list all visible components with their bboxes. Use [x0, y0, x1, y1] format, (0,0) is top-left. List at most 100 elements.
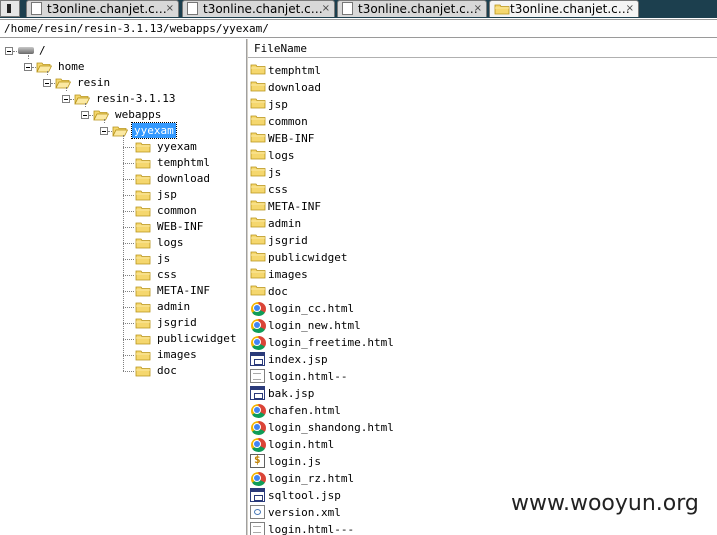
file-row[interactable]: chafen.html — [248, 402, 717, 419]
folder-icon — [135, 269, 151, 284]
tab-scroll-button[interactable] — [0, 0, 20, 17]
folder-icon — [250, 63, 266, 77]
file-row[interactable]: logs — [248, 147, 717, 164]
close-icon[interactable]: × — [626, 1, 634, 17]
watermark: www.wooyun.org — [511, 491, 699, 516]
tab-3[interactable]: t3online.chanjet.c… × — [337, 0, 487, 17]
file-row[interactable]: login_freetime.html — [248, 334, 717, 351]
folder-icon — [135, 141, 151, 156]
tree-connector — [85, 103, 86, 107]
file-name: common — [268, 115, 308, 128]
file-name: bak.jsp — [268, 387, 315, 400]
file-row[interactable]: doc — [248, 283, 717, 300]
folder-icon — [135, 365, 151, 380]
collapse-toggle[interactable] — [100, 127, 108, 135]
chrome-html-icon — [251, 438, 266, 452]
folder-icon — [250, 165, 266, 179]
tree-connector — [123, 179, 134, 180]
tree-connector — [123, 135, 124, 371]
close-icon[interactable]: × — [322, 1, 330, 17]
file-row[interactable]: js — [248, 164, 717, 181]
tree-node-label: publicwidget — [157, 332, 237, 345]
open-folder-icon — [55, 77, 72, 92]
file-row[interactable]: WEB-INF — [248, 130, 717, 147]
collapse-toggle[interactable] — [81, 111, 89, 119]
folder-icon — [135, 237, 151, 252]
tab-4[interactable]: t3online.chanjet.c… × — [489, 0, 639, 17]
tree-node-label: home — [58, 60, 85, 73]
jsp-file-icon — [250, 386, 265, 400]
chrome-html-icon — [251, 404, 266, 418]
close-icon[interactable]: × — [474, 1, 482, 17]
file-row[interactable]: login_shandong.html — [248, 419, 717, 436]
path-bar[interactable]: /home/resin/resin-3.1.13/webapps/yyexam/ — [0, 19, 717, 38]
file-name: images — [268, 268, 308, 281]
tree-connector — [123, 147, 134, 148]
collapse-toggle[interactable] — [5, 47, 13, 55]
page-icon — [342, 2, 353, 15]
page-icon — [31, 2, 42, 15]
tree-connector — [123, 259, 134, 260]
file-list[interactable]: FileName temphtml download jsp common WEB-IN… — [248, 39, 717, 535]
file-row[interactable]: admin — [248, 215, 717, 232]
directory-tree[interactable]: / home resin resin-3.1.13 webapps yyexam yyexa… — [0, 39, 246, 535]
folder-icon — [135, 173, 151, 188]
file-name: publicwidget — [268, 251, 348, 264]
file-name: login.html--- — [268, 523, 355, 535]
file-row[interactable]: login.html-- — [248, 368, 717, 385]
file-name: temphtml — [268, 64, 321, 77]
file-name: css — [268, 183, 288, 196]
file-row[interactable]: login_cc.html — [248, 300, 717, 317]
file-row[interactable]: login_new.html — [248, 317, 717, 334]
file-row[interactable]: login_rz.html — [248, 470, 717, 487]
open-folder-icon — [36, 61, 53, 76]
folder-icon — [250, 199, 266, 213]
tab-1[interactable]: t3online.chanjet.c… × — [26, 0, 179, 17]
file-row[interactable]: common — [248, 113, 717, 130]
tree-connector — [123, 371, 134, 372]
file-row[interactable]: images — [248, 266, 717, 283]
tree-node-label: js — [157, 252, 171, 265]
file-name: index.jsp — [268, 353, 328, 366]
jsp-file-icon — [250, 352, 265, 366]
tree-connector — [123, 291, 134, 292]
folder-icon — [250, 148, 266, 162]
file-row[interactable]: publicwidget — [248, 249, 717, 266]
tree-connector — [123, 163, 134, 164]
file-name: login_rz.html — [268, 472, 355, 485]
collapse-toggle[interactable] — [62, 95, 70, 103]
file-row[interactable]: jsp — [248, 96, 717, 113]
js-file-icon — [250, 453, 265, 468]
file-row[interactable]: css — [248, 181, 717, 198]
file-name: logs — [268, 149, 295, 162]
close-icon[interactable]: × — [166, 1, 174, 17]
file-row[interactable]: login.js — [248, 453, 717, 470]
tab-2[interactable]: t3online.chanjet.c… × — [182, 0, 335, 17]
drive-icon — [18, 47, 34, 54]
tab-title: t3online.chanjet.c… — [203, 2, 323, 16]
collapse-toggle[interactable] — [43, 79, 51, 87]
collapse-toggle[interactable] — [24, 63, 32, 71]
chrome-html-icon — [251, 336, 266, 350]
file-name: sqltool.jsp — [268, 489, 341, 502]
file-row[interactable]: jsgrid — [248, 232, 717, 249]
file-row[interactable]: login.html — [248, 436, 717, 453]
folder-icon — [250, 97, 266, 111]
folder-icon — [135, 189, 151, 204]
xml-file-icon — [250, 505, 265, 519]
file-row[interactable]: index.jsp — [248, 351, 717, 368]
file-row[interactable]: temphtml — [248, 62, 717, 79]
file-row[interactable]: META-INF — [248, 198, 717, 215]
file-row[interactable]: download — [248, 79, 717, 96]
column-header-filename[interactable]: FileName — [248, 39, 717, 58]
generic-file-icon — [250, 369, 265, 383]
file-name: META-INF — [268, 200, 321, 213]
file-row[interactable]: login.html--- — [248, 521, 717, 535]
tree-node-label: admin — [157, 300, 191, 313]
file-row[interactable]: bak.jsp — [248, 385, 717, 402]
tree-node-label: resin-3.1.13 — [96, 92, 176, 105]
tree-node-label: temphtml — [157, 156, 210, 169]
folder-icon — [135, 301, 151, 316]
tree-node-label: resin — [77, 76, 111, 89]
tree-node-label: images — [157, 348, 197, 361]
